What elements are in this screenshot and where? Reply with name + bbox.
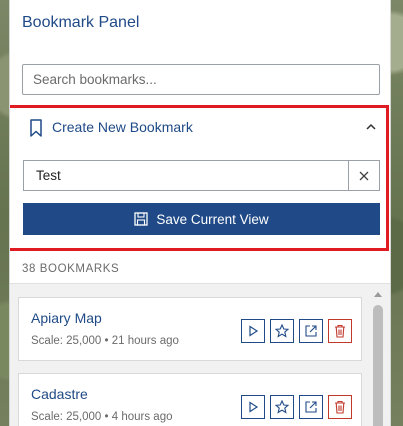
- bookmark-actions: [241, 319, 352, 343]
- bookmark-name[interactable]: Cadastre: [31, 386, 88, 402]
- scroll-thumb[interactable]: [373, 305, 383, 426]
- chevron-up-icon[interactable]: [364, 120, 378, 134]
- list-item[interactable]: Cadastre Scale: 25,000 • 4 hours ago: [18, 373, 362, 426]
- create-bookmark-section: Create New Bookmark Save Current View: [10, 105, 389, 251]
- create-bookmark-title: Create New Bookmark: [52, 119, 193, 135]
- star-icon: [275, 324, 289, 338]
- bookmark-icon: [30, 119, 42, 137]
- list-item[interactable]: Apiary Map Scale: 25,000 • 21 hours ago: [18, 297, 362, 361]
- share-button[interactable]: [299, 395, 323, 419]
- play-icon: [249, 325, 259, 337]
- clear-button[interactable]: [348, 160, 380, 191]
- bookmark-name-field[interactable]: [23, 160, 349, 191]
- bookmark-meta: Scale: 25,000 • 4 hours ago: [31, 411, 173, 423]
- create-bookmark-header[interactable]: Create New Bookmark: [10, 108, 386, 148]
- delete-button[interactable]: [328, 395, 352, 419]
- scrollbar[interactable]: [373, 292, 383, 426]
- go-to-button[interactable]: [241, 319, 265, 343]
- trash-icon: [335, 400, 345, 414]
- search-input[interactable]: [22, 64, 380, 95]
- bookmark-count: 38 BOOKMARKS: [22, 263, 120, 275]
- save-current-view-button[interactable]: Save Current View: [23, 203, 380, 235]
- bookmark-panel: Bookmark Panel Create New Bookmark Sav: [9, 0, 391, 426]
- panel-title: Bookmark Panel: [22, 14, 140, 31]
- bookmark-meta: Scale: 25,000 • 21 hours ago: [31, 335, 179, 347]
- clear-icon: [359, 171, 369, 180]
- favorite-button[interactable]: [270, 395, 294, 419]
- bookmark-list: Apiary Map Scale: 25,000 • 21 hours ago …: [10, 283, 390, 426]
- star-icon: [275, 400, 289, 414]
- share-icon: [305, 401, 317, 413]
- go-to-button[interactable]: [241, 395, 265, 419]
- share-icon: [305, 325, 317, 337]
- play-icon: [249, 401, 259, 413]
- scroll-up-icon[interactable]: [374, 292, 382, 297]
- bookmark-name[interactable]: Apiary Map: [31, 310, 102, 326]
- save-icon: [134, 212, 148, 226]
- trash-icon: [335, 324, 345, 338]
- share-button[interactable]: [299, 319, 323, 343]
- favorite-button[interactable]: [270, 319, 294, 343]
- save-button-label: Save Current View: [156, 211, 269, 227]
- bookmark-actions: [241, 395, 352, 419]
- delete-button[interactable]: [328, 319, 352, 343]
